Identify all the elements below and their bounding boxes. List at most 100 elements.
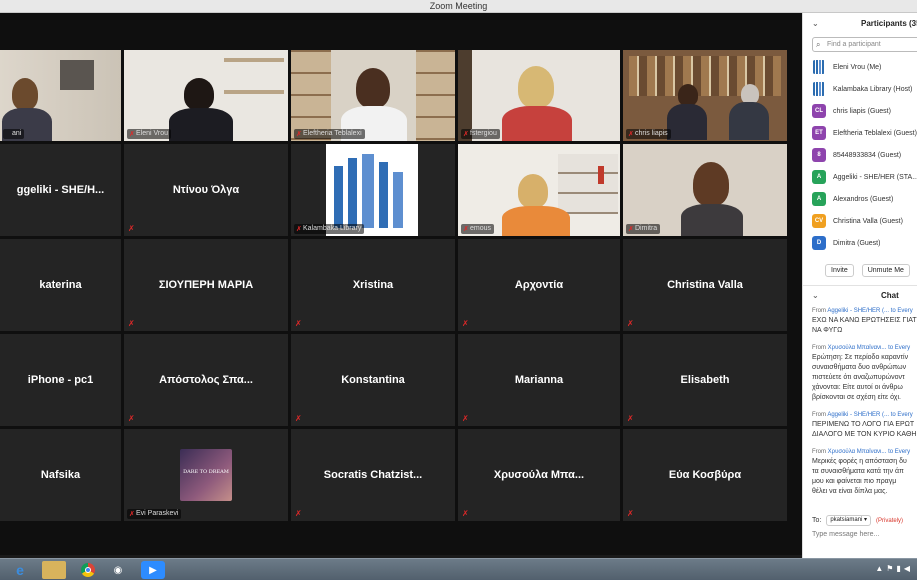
ie-browser-icon[interactable]: e [10,561,30,579]
recipient-select[interactable]: pkatsiamani ▾ [826,515,872,526]
participant-row-name: Alexandros (Guest) [833,195,894,203]
participant-label: ✗ Kalambaka Library [294,224,365,234]
participant-row[interactable]: A Alexandros (Guest) [803,188,917,210]
video-tile[interactable]: ✗ Eleni Vrou [124,50,288,141]
participant-tile[interactable]: Εύα Κοσβύρα ✗ [623,429,787,521]
chat-title: Chat [881,291,899,300]
chat-message: From Aggeliki - SHE/HER (... to Every ΕΧΩ… [812,306,917,336]
windows-taskbar: e ◉ ▶ ▲⚑▮◀ [0,558,917,580]
muted-mic-icon: ✗ [627,509,634,518]
flag-icon[interactable]: ⚑ [886,564,896,573]
chat-message-meta: From Aggeliki - SHE/HER (... to Every [812,306,917,316]
tray-arrow-icon[interactable]: ▲ [875,564,886,573]
sender-name[interactable]: Χρυσούλα Μπαϊνανι... [828,449,887,455]
participant-label: ✗ Eleni Vrou [127,129,172,139]
muted-mic-icon: ✗ [129,511,135,518]
participant-tile[interactable]: ggeliki - SHE/H... [0,144,121,236]
muted-mic-icon: ✗ [128,414,135,423]
chat-message: From Χρυσούλα Μπαϊνανι... to Every Ερώτησ… [812,343,917,403]
participant-row-name: Kalambaka Library (Host) [833,85,913,93]
unmute-me-button[interactable]: Unmute Me [861,264,910,277]
participant-tile[interactable]: Konstantina ✗ [291,334,455,426]
chat-message-line: Ερώτηση: Σε περίοδο καραντίν [812,354,909,361]
zoom-window: Zoom Meeting ani ✗ Eleni Vrou ✗ Eleftheria… [0,0,917,580]
network-icon[interactable]: ▮ [896,564,903,573]
participant-tile[interactable]: Christina Valla ✗ [623,239,787,331]
participant-search-input[interactable]: ⌕ Find a participant [812,37,917,52]
video-grid: ani ✗ Eleni Vrou ✗ Eleftheria Teblalexi ✗ f… [0,13,802,555]
invite-button[interactable]: Invite [825,264,854,277]
avatar: 8 [812,148,826,162]
participant-row[interactable]: CV Christina Valla (Guest) [803,210,917,232]
participant-tile[interactable]: katerina [0,239,121,331]
participant-row[interactable]: D Dimitra (Guest) [803,232,917,254]
recipient-name: to Every [890,308,913,314]
zoom-icon[interactable]: ▶ [141,561,165,579]
from-label: From [812,345,826,351]
participant-tile[interactable]: ✗ Kalambaka Library [291,144,455,236]
muted-mic-icon: ✗ [627,319,634,328]
participant-tile[interactable]: Αρχοντία ✗ [458,239,620,331]
chat-messages: From Aggeliki - SHE/HER (... to Every ΕΧΩ… [803,306,917,497]
chat-input[interactable]: Type message here... [812,531,879,538]
muted-mic-icon: ✗ [295,414,302,423]
participant-name: Ντίνου Όλγα [172,184,240,196]
file-explorer-icon[interactable] [42,561,66,579]
chat-message: From Χρυσούλα Μπαϊνανι... to Every Μερικέ… [812,447,917,497]
chrome-icon[interactable] [78,561,98,579]
privately-label: (Privately) [876,517,904,524]
from-label: From [812,449,826,455]
to-label: To: [812,517,822,524]
sender-name[interactable]: Aggeliki - SHE/HER (... [827,412,889,418]
participant-tile[interactable]: Marianna ✗ [458,334,620,426]
participant-name: Elisabeth [680,374,730,386]
video-tile[interactable]: ani [0,50,121,141]
chat-message-line: ΔΙΑΛΟΓΟ ΜΕ ΤΟΝ ΚΥΡΙΟ ΚΑΘΗ [812,431,917,438]
muted-mic-icon: ✗ [627,414,634,423]
participant-tile[interactable]: ΣΙΟΥΠΕΡΗ ΜΑΡΙΑ ✗ [124,239,288,331]
media-icon[interactable]: ◉ [108,561,128,579]
muted-mic-icon: ✗ [128,319,135,328]
system-tray: ▲⚑▮◀ [875,564,913,573]
participant-tile[interactable]: iPhone - pc1 [0,334,121,426]
participant-row[interactable]: A Aggeliki - SHE/HER (STA... [803,166,917,188]
participant-label: ✗ emous [461,224,495,234]
participant-row[interactable]: Kalambaka Library (Host) [803,78,917,100]
chevron-down-icon[interactable]: ⌄ [812,13,819,35]
chat-message-line: θέλει να είναι δίπλα μας. [812,488,888,495]
participant-tile[interactable]: Nafsika [0,429,121,521]
video-tile[interactable]: ✗ Eleftheria Teblalexi [291,50,455,141]
participant-name: Αρχοντία [514,279,564,291]
participant-tile[interactable]: Socratis Chatzist... ✗ [291,429,455,521]
participant-name: Χρυσούλα Μπα... [493,469,585,481]
participant-row-name: Eleftheria Teblalexi (Guest) [833,129,917,137]
recipient-name: to Every [888,449,911,455]
avatar [812,60,826,74]
video-tile[interactable]: ✗ emous [458,144,620,236]
participant-label: ✗ Eleftheria Teblalexi [294,129,365,139]
chat-message-line: χάνονται: Είτε αυτοί οι άνθρω [812,384,903,391]
participant-tile[interactable]: Elisabeth ✗ [623,334,787,426]
participant-row-name: Dimitra (Guest) [833,239,881,247]
participant-row[interactable]: Eleni Vrou (Me) [803,56,917,78]
participant-tile[interactable]: Χρυσούλα Μπα... ✗ [458,429,620,521]
participants-header: ⌄ Participants (35) [803,13,917,35]
side-panel: ⌄ Participants (35) ⌕ Find a participant… [802,13,917,558]
video-tile[interactable]: ✗ fstergiou [458,50,620,141]
muted-mic-icon: ✗ [462,414,469,423]
participant-tile[interactable]: Xristina ✗ [291,239,455,331]
video-tile[interactable]: ✗ Dimitra [623,144,787,236]
chat-header: ⌄ Chat [803,286,917,306]
participant-row[interactable]: ET Eleftheria Teblalexi (Guest) [803,122,917,144]
sender-name[interactable]: Χρυσούλα Μπαϊνανι... [828,345,887,351]
participant-tile[interactable]: Ντίνου Όλγα ✗ [124,144,288,236]
participant-tile[interactable]: Απόστολος Σπα... ✗ [124,334,288,426]
active-speaker-tile[interactable]: ✗ chris liapis [623,50,787,141]
volume-icon[interactable]: ◀ [904,564,913,573]
chevron-down-icon[interactable]: ⌄ [812,286,819,306]
participant-tile[interactable]: DARE TO DREAM ✗ Evi Paraskevi [124,429,288,521]
sender-name[interactable]: Aggeliki - SHE/HER (... [827,308,889,314]
participant-row[interactable]: 8 85448933834 (Guest) [803,144,917,166]
participant-name: Konstantina [341,374,405,386]
participant-row[interactable]: CL chris liapis (Guest) [803,100,917,122]
